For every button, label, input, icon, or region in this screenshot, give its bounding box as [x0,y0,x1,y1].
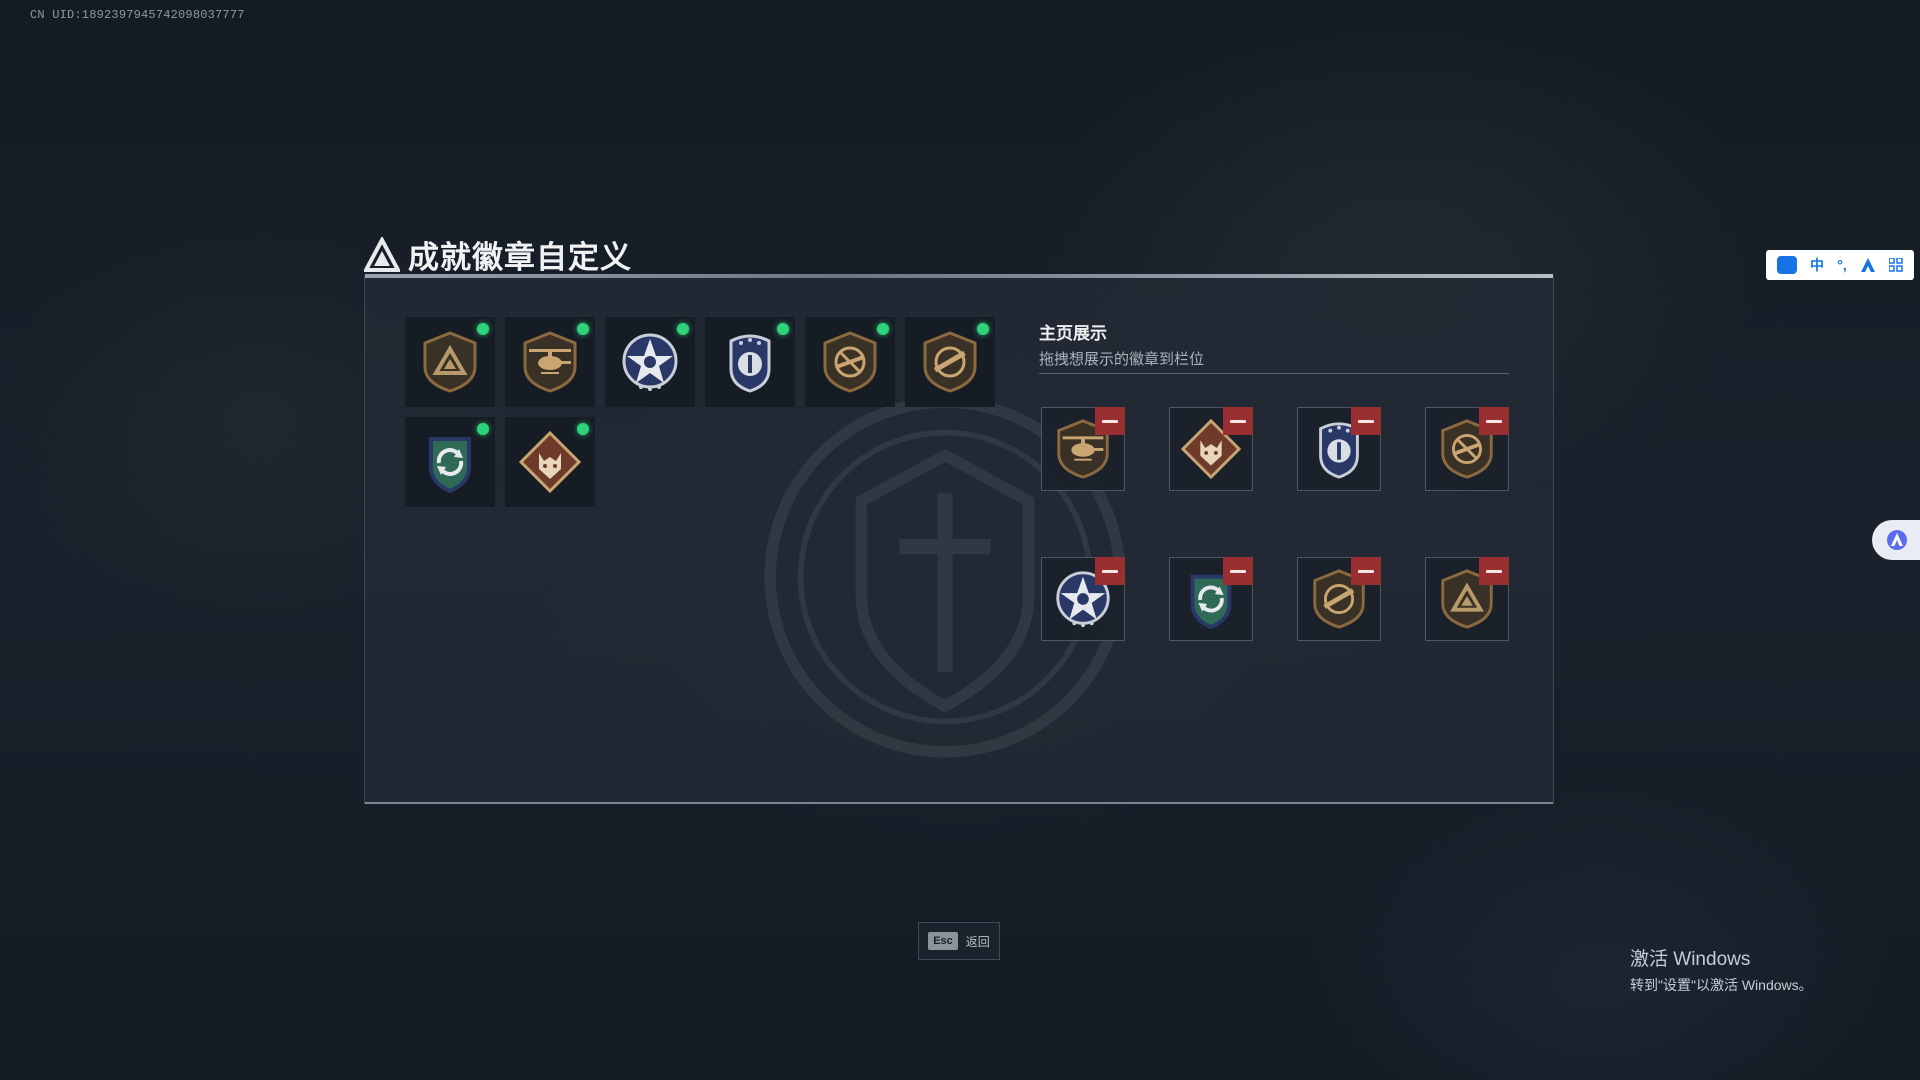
windows-activation-watermark: 激活 Windows 转到"设置"以激活 Windows。 [1630,944,1813,995]
activation-hint: 转到"设置"以激活 Windows。 [1630,977,1813,993]
divider [1039,373,1509,374]
player-uid: CN UID:1892397945742098037777 [30,8,245,22]
rifle-shield-badge-icon [923,331,977,393]
owned-badge-slot[interactable] [805,317,895,407]
showcase-title: 主页展示 [1039,324,1107,343]
minus-icon [1102,569,1118,573]
showcase-subtitle: 拖拽想展示的徽章到栏位 [1039,351,1205,368]
page-title: 成就徽章自定义 [408,240,632,276]
police-shield-badge-icon [729,334,771,393]
remove-badge-button[interactable] [1223,557,1253,585]
triangle-shield-badge-icon [423,331,477,393]
new-indicator [877,323,889,335]
panel-bottom-bar [365,802,1553,804]
minus-icon [1230,569,1246,573]
new-indicator [677,323,689,335]
minus-icon [1486,569,1502,573]
remove-badge-button[interactable] [1095,557,1125,585]
minus-icon [1230,419,1246,423]
showcase-slot[interactable] [1169,557,1253,641]
new-indicator [777,323,789,335]
back-button[interactable]: Esc 返回 [918,922,1000,960]
new-indicator [577,423,589,435]
showcase-slot[interactable] [1041,557,1125,641]
ime-user-icon[interactable] [1860,257,1876,273]
owned-badge-slot[interactable] [505,317,595,407]
back-label: 返回 [965,934,990,949]
remove-badge-button[interactable] [1479,407,1509,435]
assistant-icon [1887,530,1907,550]
ime-grid-icon[interactable] [1889,258,1904,272]
panel-top-bar [365,274,1553,278]
showcase-slot[interactable] [1041,407,1125,491]
owned-badge-slot[interactable] [605,317,695,407]
wolf-diamond-badge-icon [518,430,582,494]
showcase-slot[interactable] [1425,407,1509,491]
owned-badge-slot[interactable] [405,417,495,507]
new-indicator [477,323,489,335]
page-header: 成就徽章自定义 [364,232,632,277]
ime-lang-toggle[interactable]: 中 [1810,255,1824,275]
star-emblem-badge-icon [622,333,678,391]
owned-badge-slot[interactable] [405,317,495,407]
showcase-slot[interactable] [1297,557,1381,641]
game-screen: CN UID:1892397945742098037777 成就徽章自定义 主页… [0,0,1920,1080]
minus-icon [1486,419,1502,423]
owned-badge-slot[interactable] [905,317,995,407]
minus-icon [1102,419,1118,423]
recycle-shield-badge-icon [429,437,471,494]
badge-customize-panel: 主页展示 拖拽想展示的徽章到栏位 [364,274,1554,804]
owned-badge-slot[interactable] [705,317,795,407]
new-indicator [477,423,489,435]
no-rifle-badge-icon [823,331,877,393]
remove-badge-button[interactable] [1479,557,1509,585]
showcase-slot[interactable] [1425,557,1509,641]
new-indicator [577,323,589,335]
assistant-side-tab[interactable] [1872,520,1920,560]
ime-paw-icon[interactable]: du [1776,256,1797,274]
remove-badge-button[interactable] [1095,407,1125,435]
esc-key-hint: Esc [928,932,958,950]
ime-punct-toggle[interactable]: °, [1837,257,1847,273]
owned-badge-grid [405,317,1015,507]
helicopter-badge-icon [523,331,577,393]
delta-logo-icon [364,236,400,272]
minus-icon [1358,419,1374,423]
remove-badge-button[interactable] [1351,407,1381,435]
showcase-header: 主页展示 拖拽想展示的徽章到栏位 [1039,319,1509,369]
showcase-slot[interactable] [1169,407,1253,491]
ime-toolbar: du 中 °, [1766,250,1914,280]
activation-title: 激活 Windows [1630,949,1751,970]
remove-badge-button[interactable] [1223,407,1253,435]
showcase-slot[interactable] [1297,407,1381,491]
new-indicator [977,323,989,335]
owned-badge-slot[interactable] [505,417,595,507]
minus-icon [1358,569,1374,573]
remove-badge-button[interactable] [1351,557,1381,585]
